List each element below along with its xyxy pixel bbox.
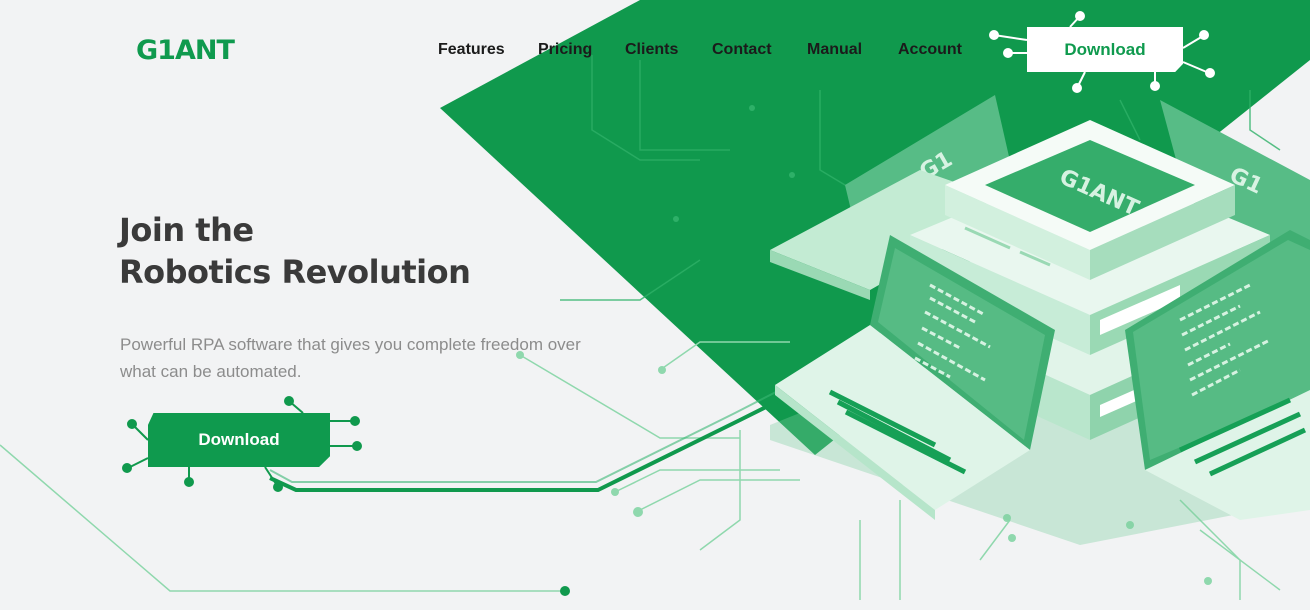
brand-logo[interactable]: G1ANT xyxy=(136,36,235,66)
nav-contact[interactable]: Contact xyxy=(712,40,772,60)
hero-illustration: G1 G1 G1ANT xyxy=(0,0,1310,600)
hero-headline-line2: Robotics Revolution xyxy=(119,253,471,291)
nav-account[interactable]: Account xyxy=(898,40,962,60)
hero-headline-line1: Join the xyxy=(119,211,254,249)
hero-subtext: Powerful RPA software that gives you com… xyxy=(120,335,581,381)
hero-download-button[interactable]: Download xyxy=(148,413,330,467)
nav-manual[interactable]: Manual xyxy=(807,40,862,60)
nav-pricing[interactable]: Pricing xyxy=(538,40,592,60)
nav-clients[interactable]: Clients xyxy=(625,40,678,60)
nav-features[interactable]: Features xyxy=(438,40,505,60)
hero-headline: Join the Robotics Revolution xyxy=(119,209,471,293)
nav-download-button[interactable]: Download xyxy=(1027,27,1183,72)
